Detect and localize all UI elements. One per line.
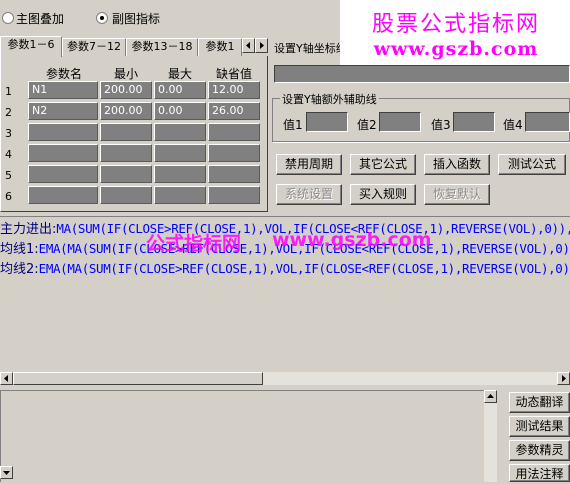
aux-value-4-input[interactable] — [525, 112, 570, 132]
scroll-up-button[interactable] — [484, 390, 497, 403]
param-default-field[interactable] — [208, 165, 260, 183]
formula-line: 均线2:EMA(MA(SUM(IF(CLOSE>REF(CLOSE,1),VOL… — [0, 259, 570, 280]
header-max: 最大 — [167, 67, 192, 81]
arrow-up-icon — [487, 394, 494, 398]
param-name-field[interactable] — [28, 165, 98, 183]
param-name-field[interactable] — [28, 123, 98, 141]
row-number: 6 — [5, 190, 12, 203]
watermark-overlay-cn: 公式指标网 — [146, 233, 242, 255]
param-default-field[interactable]: 12.00 — [208, 81, 260, 99]
param-max-field[interactable]: 0.00 — [154, 81, 206, 99]
aux-value-4-label: 值4 — [503, 118, 523, 132]
tab-params-7-12[interactable]: 参数7－12 — [62, 38, 126, 56]
restore-default-button[interactable]: 恢复默认 — [424, 184, 490, 205]
row-number: 5 — [5, 169, 12, 182]
tab-scroll-right-button[interactable] — [255, 38, 268, 53]
param-min-field[interactable] — [100, 186, 152, 204]
tab-params-13-18[interactable]: 参数13－18 — [126, 38, 198, 56]
scroll-right-button[interactable] — [557, 372, 570, 385]
formula-line-label: 均线2: — [0, 262, 39, 277]
tab-scroll-left-button[interactable] — [242, 38, 255, 53]
arrow-right-icon — [260, 42, 264, 49]
arrow-left-icon — [4, 375, 8, 382]
main-overlay-label[interactable]: 主图叠加 — [16, 10, 64, 27]
watermark-overlay-url: www.gszb.com — [272, 229, 432, 251]
scroll-left-button[interactable] — [0, 372, 13, 385]
watermark-url: www.gszb.com — [373, 38, 539, 60]
param-min-field[interactable] — [100, 144, 152, 162]
row-number: 4 — [5, 148, 12, 161]
scroll-thumb[interactable] — [13, 372, 263, 385]
param-default-field[interactable]: 26.00 — [208, 102, 260, 120]
param-default-field[interactable] — [208, 123, 260, 141]
param-max-field[interactable]: 0.00 — [154, 102, 206, 120]
header-param-name: 参数名 — [45, 67, 82, 81]
aux-value-3-input[interactable] — [453, 112, 495, 132]
tab-params-1-6[interactable]: 参数1－6 — [0, 36, 62, 57]
arrow-left-icon — [246, 42, 250, 49]
formula-line-label: 均线1: — [0, 242, 39, 257]
header-min: 最小 — [113, 67, 138, 81]
disable-period-button[interactable]: 禁用周期 — [276, 154, 342, 175]
import-rules-button[interactable]: 买入规则 — [350, 184, 416, 205]
test-formula-button[interactable]: 测试公式 — [498, 154, 566, 175]
aux-value-1-label: 值1 — [283, 118, 303, 132]
other-formula-button[interactable]: 其它公式 — [350, 154, 416, 175]
aux-value-1-input[interactable] — [306, 112, 348, 132]
scroll-down-button[interactable] — [0, 466, 13, 479]
result-panel[interactable] — [0, 390, 484, 482]
aux-value-2-input[interactable] — [379, 112, 421, 132]
insert-function-button[interactable]: 插入函数 — [424, 154, 490, 175]
aux-lines-group-label: 设置Y轴额外辅助线 — [280, 91, 379, 107]
test-result-button[interactable]: 测试结果 — [509, 416, 570, 437]
system-settings-button[interactable]: 系统设置 — [276, 184, 342, 205]
usage-notes-button[interactable]: 用法注释 — [509, 464, 570, 482]
param-max-field[interactable] — [154, 165, 206, 183]
arrow-down-icon — [3, 471, 10, 475]
param-min-field[interactable]: 200.00 — [100, 102, 152, 120]
param-min-field[interactable] — [100, 165, 152, 183]
watermark-title: 股票公式指标网 — [371, 12, 540, 37]
param-name-field[interactable]: N1 — [28, 81, 98, 99]
formula-line-label: 主力进出: — [0, 222, 57, 237]
sub-indicator-label[interactable]: 副图指标 — [112, 10, 160, 27]
header-default: 缺省值 — [215, 67, 252, 81]
tab-params-19[interactable]: 参数1 — [198, 38, 242, 56]
y-axis-coord-label: 设置Y轴坐标线 — [274, 42, 340, 55]
param-name-field[interactable]: N2 — [28, 102, 98, 120]
formula-line-code: EMA(MA(SUM(IF(CLOSE>REF(CLOSE,1),VOL,IF(… — [38, 261, 570, 276]
sub-indicator-radio[interactable] — [96, 12, 108, 24]
aux-value-2-label: 值2 — [357, 118, 377, 132]
param-default-field[interactable] — [208, 144, 260, 162]
param-max-field[interactable] — [154, 123, 206, 141]
y-axis-coord-input[interactable] — [274, 65, 570, 83]
row-number: 2 — [5, 106, 12, 119]
main-overlay-radio[interactable] — [2, 12, 14, 24]
arrow-right-icon — [562, 375, 566, 382]
horizontal-scrollbar[interactable] — [0, 372, 570, 385]
param-default-field[interactable] — [208, 186, 260, 204]
param-name-field[interactable] — [28, 186, 98, 204]
param-wizard-button[interactable]: 参数精灵 — [509, 440, 570, 461]
param-name-field[interactable] — [28, 144, 98, 162]
dynamic-translate-button[interactable]: 动态翻译 — [509, 392, 570, 413]
param-min-field[interactable]: 200.00 — [100, 81, 152, 99]
param-max-field[interactable] — [154, 186, 206, 204]
param-min-field[interactable] — [100, 123, 152, 141]
row-number: 1 — [5, 85, 12, 98]
aux-value-3-label: 值3 — [431, 118, 451, 132]
row-number: 3 — [5, 127, 12, 140]
param-max-field[interactable] — [154, 144, 206, 162]
result-vertical-scrollbar[interactable] — [0, 390, 497, 482]
formula-editor[interactable]: 主力进出:MA(SUM(IF(CLOSE>REF(CLOSE,1),VOL,IF… — [0, 216, 570, 372]
